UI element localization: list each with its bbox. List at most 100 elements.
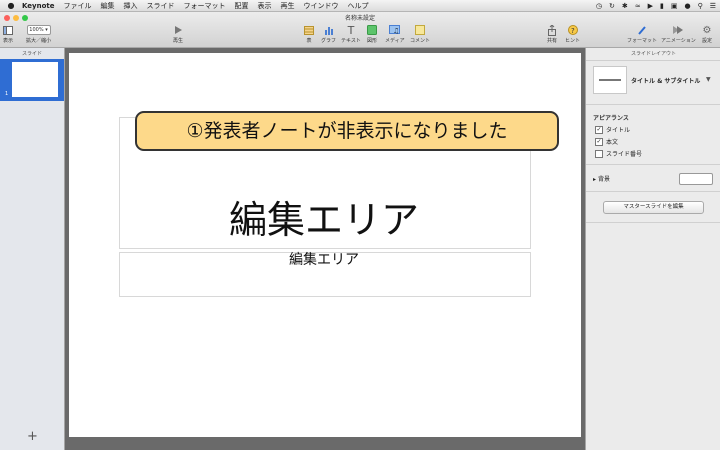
slide-body-text[interactable]: 編集エリア xyxy=(119,251,529,269)
divider xyxy=(586,104,720,105)
animate-button[interactable]: アニメーション xyxy=(661,24,696,44)
battery-icon[interactable]: ▮ xyxy=(660,2,664,10)
menu-play[interactable]: 再生 xyxy=(281,1,295,11)
chart-icon xyxy=(324,24,334,36)
play-label: 再生 xyxy=(173,38,184,44)
zoom-value: 100% xyxy=(29,27,44,33)
empty-checkbox-icon[interactable] xyxy=(595,149,603,158)
layout-thumbnail[interactable] xyxy=(593,66,627,94)
layout-thumbnail-line xyxy=(599,79,621,81)
share-label: 共有 xyxy=(547,38,558,44)
slide-number: 1 xyxy=(5,91,9,97)
chevron-down-icon[interactable]: ▼ xyxy=(706,76,711,83)
background-color-well[interactable] xyxy=(679,173,713,185)
window-title: 名称未設定 xyxy=(344,15,375,22)
format-button[interactable]: フォーマット xyxy=(627,24,657,44)
menu-window[interactable]: ウインドウ xyxy=(304,1,339,11)
share-button[interactable]: 共有 xyxy=(547,24,557,44)
slide-number-checkbox-label: スライド番号 xyxy=(606,151,643,158)
play-icon xyxy=(173,24,183,36)
volume-icon[interactable]: ▶ xyxy=(648,2,653,10)
media-button[interactable]: ♫ メディア xyxy=(385,24,405,44)
checkmark-icon[interactable]: ✓ xyxy=(595,137,603,146)
menu-bar: ● Keynote ファイル 編集 挿入 スライド フォーマット 配置 表示 再… xyxy=(0,0,720,12)
sync-icon[interactable]: ↻ xyxy=(609,2,615,10)
svg-text:♫: ♫ xyxy=(393,27,399,35)
chart-label: グラフ xyxy=(321,38,337,44)
toolbar: 名称未設定 表示 100% ▾ 拡大／縮小 再生 表 グラフ T テキスト 図形… xyxy=(0,12,720,48)
bluetooth-icon[interactable]: ✱ xyxy=(622,2,628,10)
table-icon xyxy=(304,24,314,36)
wifi-icon[interactable]: ≈ xyxy=(635,2,641,10)
slide-canvas: 編集エリア 編集エリア ①発表者ノートが非表示になりました xyxy=(65,48,585,450)
comment-icon xyxy=(415,24,425,36)
spotlight-icon[interactable]: ⚲ xyxy=(698,2,703,10)
chevron-down-icon: ▾ xyxy=(45,27,48,33)
animate-label: アニメーション xyxy=(661,38,696,44)
edit-master-slide-button[interactable]: マスタースライドを編集 xyxy=(603,201,704,214)
gear-icon: ⚙ xyxy=(702,24,712,36)
slide-title-text[interactable]: 編集エリア xyxy=(119,200,529,240)
shape-button[interactable]: 図形 xyxy=(367,24,377,44)
text-icon: T xyxy=(347,23,355,37)
media-icon: ♫ xyxy=(388,24,401,36)
menu-arrange[interactable]: 配置 xyxy=(235,1,249,11)
input-icon[interactable]: ▣ xyxy=(671,2,678,10)
background-label: 背景 xyxy=(597,176,610,183)
status-icons: ◷ ↻ ✱ ≈ ▶ ▮ ▣ ● ⚲ ☰ xyxy=(596,0,716,11)
checkmark-icon[interactable]: ✓ xyxy=(595,125,603,134)
menu-format[interactable]: フォーマット xyxy=(184,1,226,11)
menu-app-name[interactable]: Keynote xyxy=(22,2,55,10)
tips-button[interactable]: ? ヒント xyxy=(565,24,580,44)
annotation-callout: ①発表者ノートが非表示になりました xyxy=(135,111,559,151)
title-checkbox-label: タイトル xyxy=(606,127,631,134)
inspector-header: スライドレイアウト xyxy=(586,48,720,61)
navigator-header: スライド xyxy=(21,51,42,57)
body-checkbox-label: 本文 xyxy=(606,139,619,146)
slide-navigator: スライド 1 + xyxy=(0,48,65,450)
chart-button[interactable]: グラフ xyxy=(321,24,336,44)
view-button[interactable]: 表示 xyxy=(3,24,13,44)
view-label: 表示 xyxy=(3,38,14,44)
slide-thumbnail[interactable] xyxy=(12,62,58,97)
menu-file[interactable]: ファイル xyxy=(64,1,92,11)
title-checkbox[interactable]: ✓ タイトル xyxy=(595,125,630,134)
zoom-control[interactable]: 100% ▾ 拡大／縮小 xyxy=(26,24,51,44)
animate-icon xyxy=(672,24,684,36)
shape-label: 図形 xyxy=(367,38,378,44)
text-button[interactable]: T テキスト xyxy=(341,23,361,45)
menu-edit[interactable]: 編集 xyxy=(101,1,115,11)
menu-help[interactable]: ヘルプ xyxy=(348,1,369,11)
play-button[interactable]: 再生 xyxy=(173,24,183,44)
comment-label: コメント xyxy=(410,38,431,44)
slide[interactable]: 編集エリア 編集エリア ①発表者ノートが非表示になりました xyxy=(69,53,581,437)
user-icon[interactable]: ● xyxy=(684,2,690,10)
divider xyxy=(586,164,720,165)
help-icon: ? xyxy=(567,24,578,36)
document-label: 設定 xyxy=(702,38,713,44)
menu-insert[interactable]: 挿入 xyxy=(124,1,138,11)
media-label: メディア xyxy=(385,38,405,44)
document-button[interactable]: ⚙ 設定 xyxy=(702,24,713,45)
slide-number-checkbox[interactable]: スライド番号 xyxy=(595,149,642,158)
zoom-select[interactable]: 100% ▾ xyxy=(26,25,51,35)
share-icon xyxy=(547,24,557,36)
divider xyxy=(586,191,720,192)
add-slide-button[interactable]: + xyxy=(27,429,38,444)
list-icon[interactable]: ☰ xyxy=(710,2,716,10)
table-button[interactable]: 表 xyxy=(304,24,314,44)
sidebar-icon xyxy=(3,24,13,36)
clock-icon[interactable]: ◷ xyxy=(596,2,602,10)
body-checkbox[interactable]: ✓ 本文 xyxy=(595,137,618,146)
background-row[interactable]: ▸ 背景 xyxy=(593,174,610,183)
paintbrush-icon xyxy=(637,24,647,36)
text-label: テキスト xyxy=(341,38,361,44)
apple-icon[interactable]: ● xyxy=(6,1,16,10)
comment-button[interactable]: コメント xyxy=(410,24,430,44)
menu-slide[interactable]: スライド xyxy=(147,1,175,11)
disclosure-triangle-icon[interactable]: ▸ xyxy=(593,176,596,183)
layout-name[interactable]: タイトル & サブタイトル xyxy=(631,76,700,85)
divider xyxy=(586,222,720,223)
shape-icon xyxy=(367,24,377,36)
menu-view[interactable]: 表示 xyxy=(258,1,272,11)
